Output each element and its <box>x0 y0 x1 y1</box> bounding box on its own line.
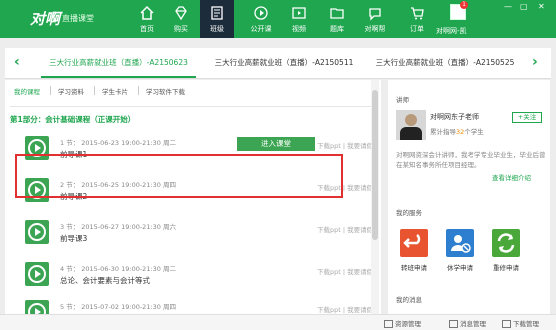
footer-toolbar: 资源管理 消息管理 下载管理 <box>0 314 556 330</box>
services-heading: 我的服务 <box>396 209 422 217</box>
top-bar: 对啊 直播课堂 首页 购买 班级 公开课 视频 题库 对啊帮 订单 1 对啊网-… <box>0 0 556 38</box>
nav-open-class[interactable]: 公开课 <box>244 3 278 36</box>
nav-label: 对啊帮 <box>364 25 386 33</box>
notification-badge: 1 <box>460 1 468 9</box>
nav-label: 班级 <box>210 25 224 33</box>
tab-study-materials[interactable]: 学习资料 <box>58 86 84 96</box>
logo-subtitle: 直播课堂 <box>62 14 94 23</box>
logo: 对啊 <box>30 10 61 28</box>
lesson-row: 3 节： 2015-06-27 19:00-21:30 周六 前导课3 下载pp… <box>15 214 375 250</box>
tab-divider <box>138 86 139 95</box>
divider <box>10 106 374 107</box>
download-manager-button[interactable]: 下载管理 <box>502 318 539 328</box>
retake-icon <box>492 229 520 257</box>
sidebar: 讲师 对啊网东子老师 +关注 累计指导32个学生 对啊网资深会计讲师，我考学专业… <box>388 80 550 330</box>
maximize-button[interactable]: ▢ <box>520 2 528 11</box>
minimize-button[interactable]: — <box>504 2 512 11</box>
tab-divider <box>94 86 95 95</box>
messages-heading: 我的消息 <box>396 296 422 304</box>
lesson-meta: 1 节： 2015-06-23 19:00-21:30 周二 <box>60 139 176 147</box>
nav-class[interactable]: 班级 <box>200 0 234 38</box>
nav-label: 购买 <box>174 25 188 33</box>
suspend-study-button[interactable]: 休学申请 <box>442 229 478 275</box>
nav-label: 题库 <box>330 25 344 33</box>
nav-buy[interactable]: 购买 <box>164 3 198 36</box>
lesson-links[interactable]: 下载ppt | 我要请假 <box>317 224 373 234</box>
lesson-meta: 5 节： 2015-07-02 19:00-21:30 周四 <box>60 303 176 311</box>
lesson-links[interactable]: 下载ppt | 我要请假 <box>317 266 373 276</box>
nav-video[interactable]: 视频 <box>282 3 316 36</box>
nav-orders[interactable]: 订单 <box>400 3 434 36</box>
lesson-meta: 4 节： 2015-06-30 19:00-21:30 周二 <box>60 265 176 273</box>
teacher-bio: 对啊网资深会计讲师，我考学专业毕业生，毕业后曾在某知名事务所任项目经理。 <box>396 151 546 169</box>
dui-a-help-icon <box>369 8 381 21</box>
tab-divider <box>50 86 51 95</box>
class-tab-a2150511[interactable]: 三大行业高薪就业班（直播）-A2150511 <box>209 48 359 78</box>
close-button[interactable]: ✕ <box>538 2 545 11</box>
play-circle-icon <box>254 6 268 20</box>
class-tab-a2150623[interactable]: 三大行业高薪就业班（直播）-A2150623 <box>41 48 196 78</box>
message-manager-button[interactable]: 消息管理 <box>449 318 486 328</box>
folder-icon <box>384 320 393 328</box>
chevron-right-icon[interactable]: › <box>532 54 538 70</box>
play-button[interactable] <box>25 220 49 244</box>
lesson-row: 4 节： 2015-06-30 19:00-21:30 周二 总论、会计要素与会… <box>15 256 375 292</box>
play-icon <box>35 144 41 152</box>
class-tab-a2150525[interactable]: 三大行业高薪就业班（直播）-A2150525 <box>370 48 520 78</box>
chevron-left-icon[interactable]: ‹ <box>14 54 20 70</box>
nav-label: 首页 <box>140 25 154 33</box>
message-icon <box>449 320 458 328</box>
follow-button[interactable]: +关注 <box>512 112 542 123</box>
cart-icon <box>411 7 424 20</box>
teacher-stat: 累计指导32个学生 <box>430 128 484 136</box>
app-window: 对啊 直播课堂 首页 购买 班级 公开课 视频 题库 对啊帮 订单 1 对啊网-… <box>0 0 556 330</box>
retake-button[interactable]: 重修申请 <box>488 229 524 275</box>
tab-software-download[interactable]: 学习软件下载 <box>146 86 185 96</box>
transfer-icon <box>400 229 428 257</box>
lesson-links[interactable]: 下载ppt | 我要请假 <box>317 140 373 150</box>
nav-question-bank[interactable]: 题库 <box>320 3 354 36</box>
video-icon <box>292 7 306 19</box>
home-icon <box>140 5 154 20</box>
highlight-box <box>15 154 343 198</box>
lesson-links[interactable]: 下载ppt | 我要请假 <box>317 304 373 314</box>
scrollbar-thumb[interactable] <box>372 90 378 240</box>
enter-classroom-button[interactable]: 进入课堂 <box>237 137 315 151</box>
play-icon <box>35 270 41 278</box>
lesson-meta: 3 节： 2015-06-27 19:00-21:30 周六 <box>60 223 176 231</box>
nav-label: 公开课 <box>250 25 272 33</box>
nav-home[interactable]: 首页 <box>130 3 164 36</box>
play-icon <box>35 228 41 236</box>
folder-icon <box>330 8 344 19</box>
diamond-icon <box>175 6 187 21</box>
teacher-heading: 讲师 <box>396 96 409 104</box>
user-name[interactable]: 对啊网-凯 <box>436 26 467 36</box>
nav-label: 订单 <box>410 25 424 33</box>
section-title: 第1部分：会计基础课程（正课开始） <box>10 115 136 124</box>
lesson-name: 总论、会计要素与会计等式 <box>60 276 150 285</box>
resource-manager-button[interactable]: 资源管理 <box>384 318 421 328</box>
download-icon <box>502 320 511 328</box>
lesson-name: 前导课3 <box>60 234 88 243</box>
class-tab-bar: ‹ 三大行业高薪就业班（直播）-A2150623 三大行业高薪就业班（直播）-A… <box>5 48 551 79</box>
play-button[interactable] <box>25 262 49 286</box>
class-icon <box>211 6 223 20</box>
suspend-icon <box>446 229 474 257</box>
view-details-link[interactable]: 查看详细介绍 <box>492 172 531 182</box>
transfer-class-button[interactable]: 转班申请 <box>396 229 432 275</box>
tab-student-card[interactable]: 学生卡片 <box>102 86 128 96</box>
teacher-avatar <box>396 110 426 140</box>
nav-label: 视频 <box>292 25 306 33</box>
teacher-name: 对啊网东子老师 <box>430 113 479 121</box>
course-panel: 我的课程 学习资料 学生卡片 学习软件下载 第1部分：会计基础课程（正课开始） … <box>5 80 381 330</box>
nav-dui-a-help[interactable]: 对啊帮 <box>358 3 392 36</box>
tab-my-courses[interactable]: 我的课程 <box>14 86 40 96</box>
